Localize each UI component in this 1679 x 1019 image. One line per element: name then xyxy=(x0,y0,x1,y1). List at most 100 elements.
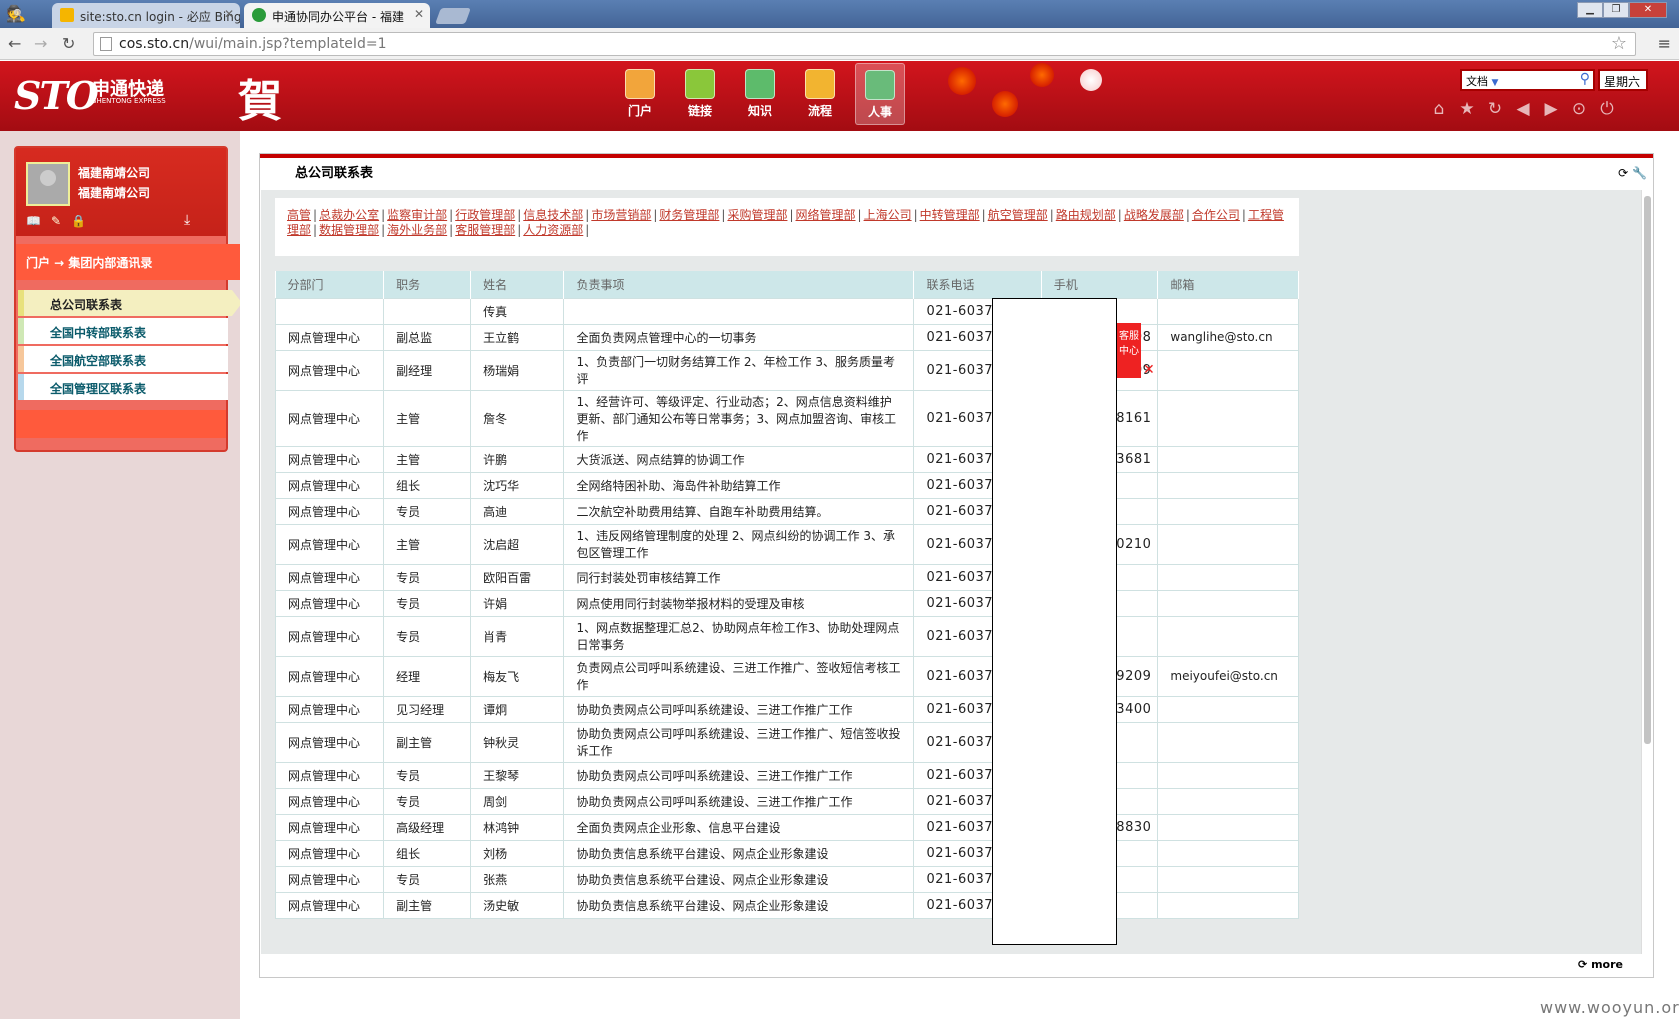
table-cell xyxy=(1157,445,1299,473)
department-link[interactable]: 海外业务部 xyxy=(387,223,447,237)
lock-icon[interactable]: 🔒 xyxy=(71,214,86,228)
scrollbar[interactable] xyxy=(1641,190,1653,954)
minimize-icon[interactable]: ▁ xyxy=(1577,2,1603,18)
favorite-star-icon[interactable]: ★ xyxy=(1458,99,1476,119)
maximize-icon[interactable]: ❐ xyxy=(1603,2,1629,18)
page-icon xyxy=(100,37,112,51)
search-type-select[interactable]: 文档 xyxy=(1466,75,1488,88)
module-portal[interactable]: 门户 xyxy=(615,63,665,125)
back-icon[interactable]: ← xyxy=(8,34,21,53)
module-workflow[interactable]: 流程 xyxy=(795,63,845,125)
back-icon[interactable]: ◀ xyxy=(1514,99,1532,119)
close-tab-icon[interactable]: ✕ xyxy=(224,7,234,21)
search-box[interactable]: 文档 ▼ ⚲ xyxy=(1460,69,1595,91)
window-close-icon[interactable]: ✕ xyxy=(1629,2,1667,18)
department-link[interactable]: 信息技术部 xyxy=(523,208,583,222)
scrollbar-thumb[interactable] xyxy=(1644,196,1651,744)
module-hr[interactable]: 人事 xyxy=(855,63,905,125)
department-link[interactable]: 客服管理部 xyxy=(455,223,515,237)
reload-icon[interactable]: ↻ xyxy=(62,34,75,53)
table-cell: 协助负责信息系统平台建设、网点企业形象建设 xyxy=(563,839,915,867)
sidebar-item-aviation-contacts[interactable]: 全国航空部联系表 xyxy=(18,346,228,372)
collapse-icon[interactable]: ⊙ xyxy=(1570,99,1588,119)
department-link[interactable]: 中转管理部 xyxy=(920,208,980,222)
table-cell: 詹冬 xyxy=(470,389,565,447)
search-icon[interactable]: ⚲ xyxy=(1580,71,1590,87)
department-link[interactable]: 采购管理部 xyxy=(727,208,787,222)
breadcrumb: 门户 → 集团内部通讯录 xyxy=(16,244,240,280)
browser-tab-sto[interactable]: 申通协同办公平台 - 福建 ✕ xyxy=(244,3,430,28)
department-link[interactable]: 网络管理部 xyxy=(796,208,856,222)
department-link[interactable]: 财务管理部 xyxy=(659,208,719,222)
browser-tab-bing[interactable]: site:sto.cn login - 必应 Bing ✕ xyxy=(52,3,240,28)
department-link[interactable]: 路由规划部 xyxy=(1056,208,1116,222)
table-cell: 许娟 xyxy=(470,589,565,617)
module-label: 知识 xyxy=(747,104,772,118)
table-row: 网点管理中心 专员 周剑 协助负责网点公司呼叫系统建设、三进工作推广工作 021-603… xyxy=(274,787,1299,815)
table-cell: 1、违反网络管理制度的处理 2、网点纠纷的协调工作 3、承包区管理工作 xyxy=(563,523,915,565)
close-tab-icon[interactable]: ✕ xyxy=(414,7,424,21)
table-cell: 副总监 xyxy=(383,323,472,351)
separator: | xyxy=(981,208,986,222)
department-link[interactable]: 监察审计部 xyxy=(387,208,447,222)
incognito-icon: 🕵 xyxy=(6,4,26,23)
table-cell: 负责网点公司呼叫系统建设、三进工作推广、签收短信考核工作 xyxy=(563,655,915,697)
tab-title: site:sto.cn login - 必应 Bing xyxy=(80,10,240,24)
table-cell: 副经理 xyxy=(383,349,472,391)
sidebar-item-transit-contacts[interactable]: 全国中转部联系表 xyxy=(18,318,228,344)
module-knowledge[interactable]: 知识 xyxy=(735,63,785,125)
refresh-icon[interactable]: ↻ xyxy=(1486,99,1504,119)
department-link[interactable]: 高管 xyxy=(287,208,311,222)
table-cell: 1、负责部门一切财务结算工作 2、年检工作 3、服务质量考评 xyxy=(563,349,915,391)
browser-menu-icon[interactable]: ≡ xyxy=(1658,34,1671,53)
avatar[interactable] xyxy=(26,162,70,206)
table-cell xyxy=(1157,389,1299,447)
panel-top-bar xyxy=(260,154,1653,158)
table-cell: 全面负责网点管理中心的一切事务 xyxy=(563,323,915,351)
refresh-icon: ⟳ xyxy=(1578,958,1588,971)
department-link[interactable]: 航空管理部 xyxy=(988,208,1048,222)
table-row: 网点管理中心 组长 沈巧华 全网络特困补助、海岛件补助结算工作 021-6037 xyxy=(274,471,1299,499)
table-cell xyxy=(1157,865,1299,893)
settings-wrench-icon[interactable]: 🔧 xyxy=(1632,166,1647,180)
department-link[interactable]: 总裁办公室 xyxy=(319,208,379,222)
forward-icon[interactable]: ▶ xyxy=(1542,99,1560,119)
separator: | xyxy=(313,223,318,237)
module-links[interactable]: 链接 xyxy=(675,63,725,125)
more-link[interactable]: ⟳ more xyxy=(1578,958,1623,971)
power-icon[interactable]: ⏻ xyxy=(1598,99,1616,119)
home-icon[interactable]: ⌂ xyxy=(1430,99,1448,119)
bookmark-star-icon[interactable]: ☆ xyxy=(1611,33,1627,54)
download-icon[interactable]: ⤓ xyxy=(184,212,190,228)
table-cell: 钟秋灵 xyxy=(470,721,565,763)
table-cell: 见习经理 xyxy=(383,695,472,723)
table-cell: 网点管理中心 xyxy=(274,589,385,617)
department-link[interactable]: 战略发展部 xyxy=(1124,208,1184,222)
logo-english: SHENTONG EXPRESS xyxy=(92,97,166,105)
table-cell: 网点管理中心 xyxy=(274,323,385,351)
close-icon[interactable]: ✕ xyxy=(1143,362,1155,378)
refresh-icon[interactable]: ⟳ xyxy=(1618,166,1628,180)
table-row: 传真 021-6037 xyxy=(274,297,1299,325)
separator: | xyxy=(381,208,386,222)
floating-service-tag[interactable]: 客服中心 xyxy=(1117,323,1141,378)
department-link[interactable]: 上海公司 xyxy=(864,208,912,222)
department-link[interactable]: 数据管理部 xyxy=(319,223,379,237)
new-tab-button[interactable] xyxy=(435,8,471,24)
table-cell: 协助负责网点公司呼叫系统建设、三进工作推广、短信签收投诉工作 xyxy=(563,721,915,763)
department-link[interactable]: 行政管理部 xyxy=(455,208,515,222)
department-link[interactable]: 合作公司 xyxy=(1192,208,1240,222)
edit-icon[interactable]: ✎ xyxy=(51,214,61,228)
address-bar[interactable]: cos.sto.cn/wui/main.jsp?templateId=1 ☆ xyxy=(93,32,1636,56)
forward-icon[interactable]: → xyxy=(34,34,47,53)
table-cell: 网点管理中心 xyxy=(274,891,385,919)
book-icon[interactable]: 📖 xyxy=(26,214,41,228)
table-cell: 高迪 xyxy=(470,497,565,525)
department-link[interactable]: 市场营销部 xyxy=(591,208,651,222)
department-link[interactable]: 人力资源部 xyxy=(523,223,583,237)
table-row: 网点管理中心 专员 欧阳百雷 同行封装处罚审核结算工作 021-6037 xyxy=(274,563,1299,591)
sidebar-item-hq-contacts[interactable]: 总公司联系表 xyxy=(18,290,242,316)
sidebar-item-region-contacts[interactable]: 全国管理区联系表 xyxy=(18,374,228,400)
module-label: 人事 xyxy=(867,105,892,119)
table-cell: 谭炯 xyxy=(470,695,565,723)
